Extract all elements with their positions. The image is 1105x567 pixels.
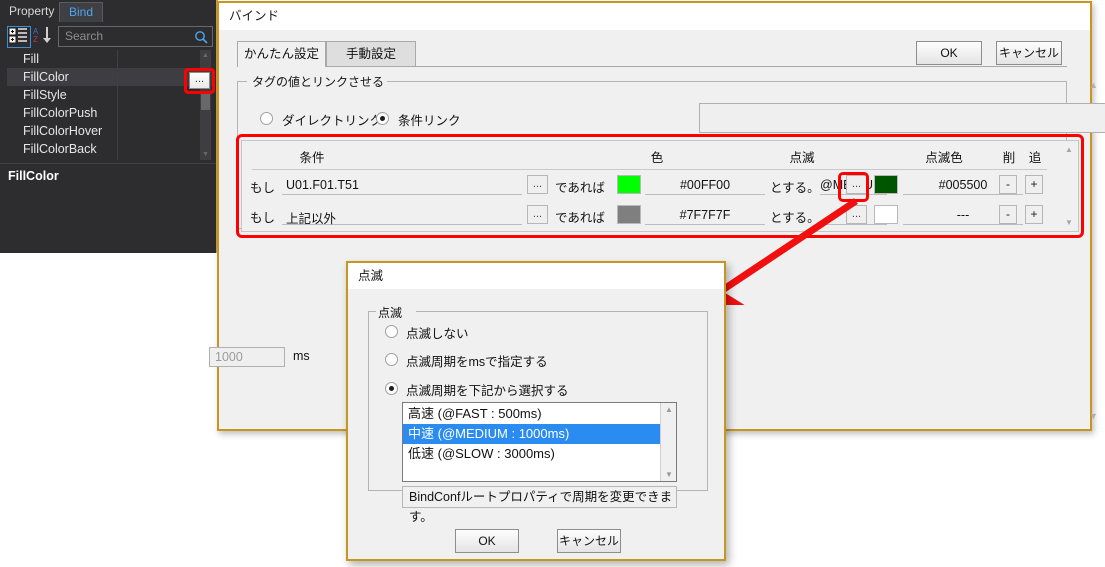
scroll-up-icon[interactable]: ▲	[665, 405, 673, 414]
categorize-icon[interactable]	[7, 26, 31, 48]
property-grid-divider	[117, 50, 118, 160]
highlight-ring-conditions-table	[236, 134, 1084, 238]
radio-no-blink-label: 点滅しない	[406, 323, 469, 342]
property-row-fillcolor[interactable]: FillColor	[7, 68, 212, 86]
sort-alpha-icon[interactable]: A Z	[33, 26, 55, 46]
radio-direct-link-label: ダイレクトリンク	[282, 110, 382, 129]
blink-cancel-button[interactable]: キャンセル	[557, 529, 621, 553]
blink-period-ms-input[interactable]: 1000	[209, 347, 285, 367]
tab-manual-settings[interactable]: 手動設定	[326, 41, 416, 67]
blink-period-listbox[interactable]: 高速 (@FAST : 500ms) 中速 (@MEDIUM : 1000ms)…	[402, 402, 677, 482]
search-icon	[194, 30, 208, 49]
tab-bind[interactable]: Bind	[59, 2, 103, 22]
radio-direct-link[interactable]	[260, 112, 273, 125]
scroll-up-icon[interactable]: ▲	[1089, 80, 1098, 90]
tabstrip-underline	[416, 66, 1067, 67]
radio-blink-ms-label: 点滅周期をmsで指定する	[406, 351, 548, 370]
radio-no-blink[interactable]	[385, 325, 398, 338]
property-row-fill[interactable]: Fill	[7, 50, 212, 68]
list-item[interactable]: 低速 (@SLOW : 3000ms)	[403, 444, 661, 464]
scroll-down-icon[interactable]: ▼	[665, 470, 673, 479]
property-name: FillColorHover	[7, 122, 117, 140]
search-placeholder: Search	[65, 29, 103, 43]
property-row-fillcolorback[interactable]: FillColorBack	[7, 140, 212, 158]
property-value[interactable]	[117, 104, 212, 122]
radio-conditional-link[interactable]	[376, 112, 389, 125]
svg-text:Z: Z	[33, 35, 38, 44]
bind-dialog-scrollbar[interactable]: ▲ ▼	[1087, 78, 1101, 423]
direct-link-input[interactable]	[699, 103, 1105, 133]
property-row-fillstyle[interactable]: FillStyle	[7, 86, 212, 104]
property-value[interactable]	[117, 50, 212, 68]
link-groupbox-label: タグの値とリンクさせる	[249, 73, 387, 90]
property-grid-scrollbar[interactable]: ▲ ▼	[200, 50, 211, 160]
radio-blink-select[interactable]	[385, 382, 398, 395]
tab-easy-settings[interactable]: かんたん設定	[237, 41, 326, 67]
property-name: FillColor	[7, 68, 117, 86]
listbox-scrollbar[interactable]: ▲ ▼	[660, 403, 676, 481]
radio-blink-select-label: 点滅周期を下記から選択する	[406, 380, 569, 399]
bind-dialog-title: バインド	[219, 3, 1090, 30]
property-value[interactable]	[117, 122, 212, 140]
search-input[interactable]: Search	[58, 26, 213, 47]
property-row-fillcolorpush[interactable]: FillColorPush	[7, 104, 212, 122]
bind-tabstrip: かんたん設定 手動設定	[237, 41, 1067, 67]
blink-dialog-title: 点滅	[348, 263, 724, 289]
property-grid[interactable]: Fill FillColor FillStyle FillColorPush F…	[7, 50, 212, 160]
highlight-ring-ellipsis	[184, 68, 215, 94]
scroll-up-icon[interactable]: ▲	[200, 50, 211, 61]
property-name: FillColorPush	[7, 104, 117, 122]
radio-blink-ms[interactable]	[385, 353, 398, 366]
scrollbar-thumb[interactable]	[201, 92, 210, 110]
blink-period-ms-unit: ms	[293, 349, 310, 363]
radio-conditional-link-label: 条件リンク	[398, 110, 461, 129]
property-value[interactable]	[117, 140, 212, 158]
tab-property[interactable]: Property	[0, 2, 63, 22]
property-name: Fill	[7, 50, 117, 68]
property-panel-tabstrip: Property Bind	[0, 0, 218, 22]
property-name: FillStyle	[7, 86, 117, 104]
scroll-down-icon[interactable]: ▼	[200, 149, 211, 160]
property-row-fillcolorhover[interactable]: FillColorHover	[7, 122, 212, 140]
scroll-down-icon[interactable]: ▼	[1089, 411, 1098, 421]
property-panel-toolbar: A Z Search	[0, 22, 218, 50]
blink-ok-button[interactable]: OK	[455, 529, 519, 553]
property-name: FillColorBack	[7, 140, 117, 158]
property-description-panel: FillColor	[0, 163, 218, 254]
list-item[interactable]: 中速 (@MEDIUM : 1000ms)	[403, 424, 661, 444]
property-description-title: FillColor	[8, 169, 59, 183]
list-item[interactable]: 高速 (@FAST : 500ms)	[403, 404, 661, 424]
property-panel: Property Bind A Z	[0, 0, 218, 253]
blink-hint-text: BindConfルートプロパティで周期を変更できます。	[402, 486, 677, 508]
screenshot-root: Property Bind A Z	[0, 0, 1105, 567]
blink-groupbox-label: 点滅	[376, 304, 404, 321]
